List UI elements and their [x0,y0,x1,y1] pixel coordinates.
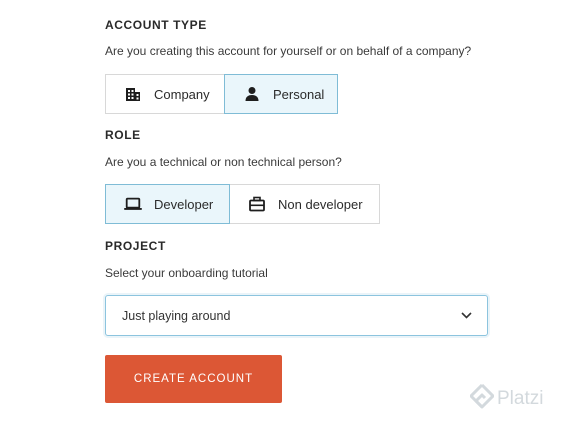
account-type-title: ACCOUNT TYPE [105,18,207,32]
role-description: Are you a technical or non technical per… [105,155,342,169]
create-account-button[interactable]: CREATE ACCOUNT [105,355,282,403]
account-type-company-option[interactable]: Company [105,74,225,114]
project-description: Select your onboarding tutorial [105,266,268,280]
platzi-logo-icon [470,384,494,414]
role-title: ROLE [105,128,141,142]
onboarding-tutorial-select[interactable]: Just playing around [105,295,488,336]
signup-form: ACCOUNT TYPE Are you creating this accou… [0,0,569,422]
briefcase-icon [248,195,266,213]
project-title: PROJECT [105,239,166,253]
account-type-description: Are you creating this account for yourse… [105,44,472,58]
platzi-watermark: Platzi [470,384,543,414]
developer-option-label: Developer [154,196,214,212]
personal-option-label: Personal [273,86,325,102]
role-developer-option[interactable]: Developer [105,184,230,224]
account-type-personal-option[interactable]: Personal [224,74,338,114]
watermark-text: Platzi [497,388,544,409]
non-developer-option-label: Non developer [278,196,363,212]
select-value: Just playing around [122,308,231,323]
company-option-label: Company [154,86,210,102]
role-non-developer-option[interactable]: Non developer [229,184,380,224]
chevron-down-icon [460,309,473,325]
person-icon [243,85,261,103]
laptop-icon [124,195,142,213]
building-icon [124,85,142,103]
